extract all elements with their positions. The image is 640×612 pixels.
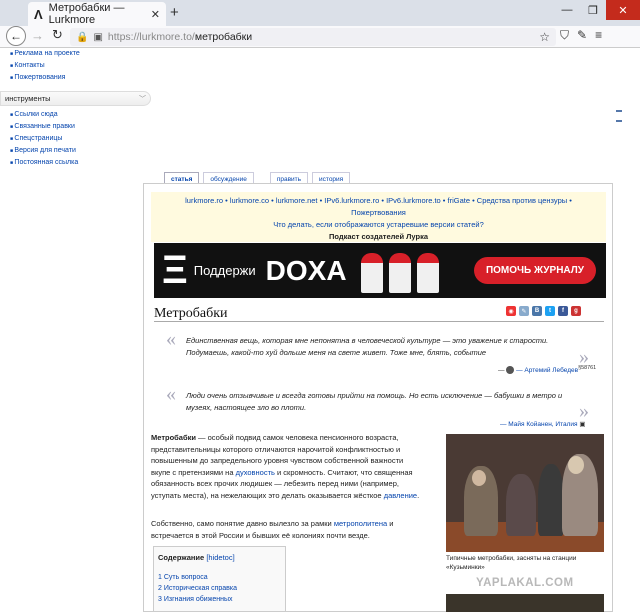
para2-text-a: Собственно, само понятие давно вылезло з… <box>151 519 334 528</box>
banner-help-button[interactable]: ПОМОЧЬ ЖУРНАЛУ <box>473 257 596 284</box>
sidebar-link-special-pages[interactable]: Спецстраницы <box>14 135 62 142</box>
sidebar-link-permalink[interactable]: Постоянная ссылка <box>14 159 78 166</box>
facebook-icon[interactable]: f <box>558 306 568 316</box>
quote-1-cite: — — Артемий Лебедев§58761 <box>498 365 597 375</box>
avatar <box>506 366 515 375</box>
lurkmore-logo-icon: Λ <box>34 6 43 22</box>
quote-1-ref: §58761 <box>578 365 597 371</box>
article-photo[interactable] <box>446 434 604 552</box>
outdated-versions-link[interactable]: Что делать, если отображаются устаревшие… <box>273 220 484 229</box>
donations-link[interactable]: Пожертвования <box>351 208 406 217</box>
lock-icon: 🔒 <box>76 31 89 43</box>
epigraph-quote-1: Единственная вещь, которая мне непонятна… <box>186 336 549 357</box>
toc-title: Содержание <box>158 553 205 562</box>
toc-hide-link[interactable]: [hidetoc] <box>206 553 234 562</box>
term-bold: Метробабки <box>151 433 196 442</box>
social-share-icons: ◉ ✎ B t f g <box>506 306 581 316</box>
extension-icon[interactable]: ✎ <box>577 28 587 43</box>
page-title: Метробабки <box>154 306 228 321</box>
toc-item[interactable]: 2 Историческая справка <box>158 585 237 592</box>
doxa-banner[interactable]: Ξ Поддержи DOXA ПОМОЧЬ ЖУРНАЛУ <box>154 243 606 298</box>
share-icon[interactable]: ◉ <box>506 306 516 316</box>
podcast-link[interactable]: Подкаст создателей Лурка <box>329 232 428 241</box>
mirrors-links[interactable]: lurkmore.ro • lurkmore.co • lurkmore.net… <box>185 196 572 205</box>
quote-2-cite: — Майя Койанен, Италия ▣ <box>500 420 586 428</box>
sidebar-link-whatlinkshere[interactable]: Ссылки сюда <box>14 111 57 118</box>
menu-icon[interactable]: ≡ <box>595 28 602 43</box>
bookmark-star-icon[interactable]: ☆ <box>539 30 550 44</box>
toc-item[interactable]: 1 Суть вопроса <box>158 574 208 581</box>
toc-item[interactable]: 3 Изгнания обиженных <box>158 596 233 603</box>
tools-header-label: инструменты <box>5 94 51 103</box>
twitter-icon[interactable]: t <box>545 306 555 316</box>
livejournal-icon[interactable]: ✎ <box>519 306 529 316</box>
minimize-button[interactable]: — <box>554 0 580 20</box>
url-prefix: https://lurkmore.to/ <box>107 31 195 43</box>
banner-text-doxa: DOXA <box>265 254 347 286</box>
link-pressure[interactable]: давление <box>384 491 417 500</box>
scrollbar[interactable] <box>612 48 628 612</box>
sidebar-link-print[interactable]: Версия для печати <box>14 147 75 154</box>
back-button[interactable]: ← <box>6 26 26 46</box>
title-divider <box>154 321 604 322</box>
epigraph-quote-2: Люди очень отзывчивые и всегда готовы пр… <box>186 391 563 412</box>
googleplus-icon[interactable]: g <box>571 306 581 316</box>
quote-open-icon: « <box>166 383 176 405</box>
link-spirituality[interactable]: духовность <box>236 468 275 477</box>
sidebar-link-donations[interactable]: Пожертвования <box>14 74 65 81</box>
quote-2-author-link[interactable]: — Майя Койанен, Италия <box>500 421 578 428</box>
sidebar-link-related-changes[interactable]: Связанные правки <box>14 123 74 130</box>
sidebar-link-advert[interactable]: Реклама на проекте <box>14 50 79 57</box>
tools-header[interactable]: инструменты ﹀ <box>0 91 151 106</box>
intro-paragraph: Метробабки — особый подвид самок человек… <box>151 432 421 501</box>
new-tab-button[interactable]: + <box>170 4 179 21</box>
url-bar[interactable]: 🔒 ▣ https://lurkmore.to/метробабки ☆ <box>70 28 556 46</box>
photo-caption: Типичные метробабки, засняты на станции … <box>446 555 577 571</box>
quote-open-icon: « <box>166 328 176 350</box>
browser-tab[interactable]: Λ Метробабки — Lurkmore ✕ <box>28 2 166 26</box>
banner-figures-icon <box>360 249 457 293</box>
quote-1-author-link[interactable]: — Артемий Лебедев <box>516 367 578 374</box>
link-metro[interactable]: метрополитена <box>334 519 387 528</box>
left-sidebar: Реклама на проекте Контакты Пожертвовани… <box>0 48 153 169</box>
second-photo[interactable] <box>446 594 604 612</box>
vk-icon[interactable]: B <box>532 306 542 316</box>
image-icon: ▣ <box>579 421 586 428</box>
tab-close-icon[interactable]: ✕ <box>151 8 160 21</box>
toolbar-icons: ⛉ ✎ ≡ <box>560 28 602 43</box>
page-info-icon[interactable]: ▣ <box>93 32 102 43</box>
sidebar-link-contacts[interactable]: Контакты <box>14 62 44 69</box>
doxa-logo-icon: Ξ <box>162 248 188 292</box>
window-controls: — ❐ ✕ <box>554 0 640 20</box>
watermark: YAPLAKAL.COM <box>476 577 574 589</box>
banner-text-support: Поддержи <box>193 263 256 278</box>
chevron-down-icon: ﹀ <box>139 95 146 103</box>
reload-button[interactable]: ↻ <box>52 27 63 43</box>
forward-button[interactable]: → <box>31 28 44 43</box>
shield-icon[interactable]: ⛉ <box>560 28 569 43</box>
mirrors-infobox: lurkmore.ro • lurkmore.co • lurkmore.net… <box>151 192 606 242</box>
scrollbar-grip-icon[interactable] <box>616 110 622 122</box>
second-paragraph: Собственно, само понятие давно вылезло з… <box>151 518 421 541</box>
window-close-button[interactable]: ✕ <box>606 0 640 20</box>
table-of-contents: Содержание [hidetoc] 1 Суть вопроса 2 Ис… <box>153 546 286 612</box>
tab-title: Метробабки — Lurkmore <box>48 2 125 26</box>
url-path: метробабки <box>194 31 253 43</box>
maximize-button[interactable]: ❐ <box>580 0 606 20</box>
intro-text-c: . <box>417 490 420 500</box>
